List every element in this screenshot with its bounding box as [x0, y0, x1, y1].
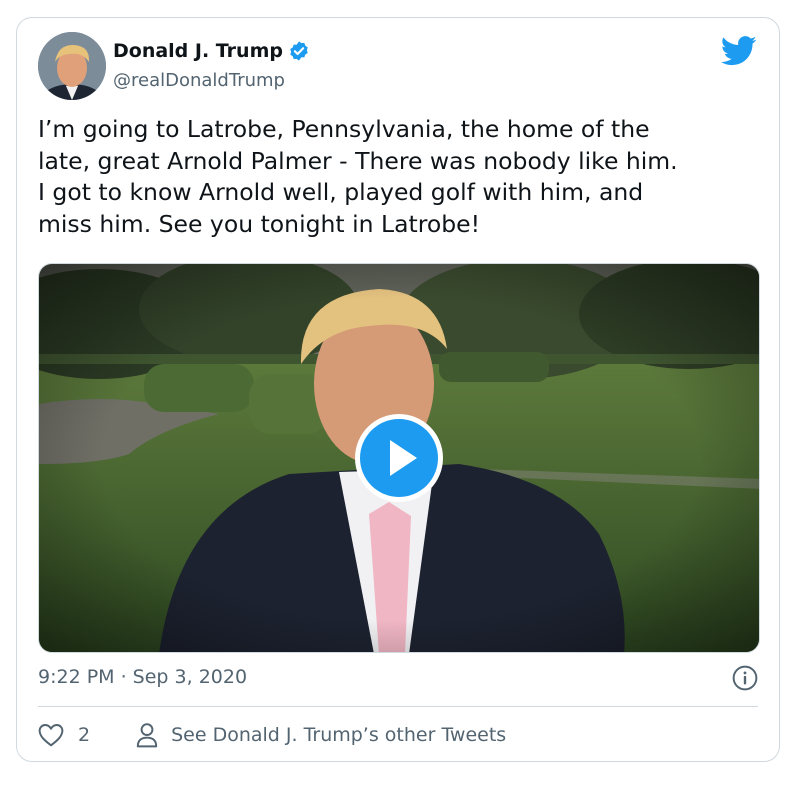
twitter-bird-icon[interactable] — [721, 36, 757, 66]
tweet-timestamp[interactable]: 9:22 PM · Sep 3, 2020 — [38, 666, 247, 688]
author-name[interactable]: Donald J. Trump — [113, 40, 283, 62]
divider — [38, 706, 758, 707]
tweet-text: I’m going to Latrobe, Pennsylvania, the … — [38, 115, 678, 238]
info-icon[interactable] — [732, 665, 758, 691]
author-avatar[interactable] — [38, 32, 106, 100]
play-icon[interactable] — [353, 412, 445, 504]
tweet-actions: 2 See Donald J. Trump’s other Tweets — [38, 722, 506, 748]
heart-icon — [38, 724, 64, 747]
tweet-video[interactable] — [38, 263, 760, 653]
verified-badge-icon — [290, 41, 308, 61]
other-tweets-label: See Donald J. Trump’s other Tweets — [171, 724, 507, 746]
like-count: 2 — [78, 724, 91, 746]
other-tweets-link[interactable]: See Donald J. Trump’s other Tweets — [136, 722, 506, 748]
person-icon — [136, 723, 158, 748]
tweet-card: Donald J. Trump @realDonaldTrump I’m goi… — [16, 17, 780, 762]
like-button[interactable]: 2 — [38, 723, 90, 747]
avatar-image — [38, 32, 106, 100]
author-name-row[interactable]: Donald J. Trump — [113, 40, 310, 62]
author-handle[interactable]: @realDonaldTrump — [113, 70, 285, 91]
